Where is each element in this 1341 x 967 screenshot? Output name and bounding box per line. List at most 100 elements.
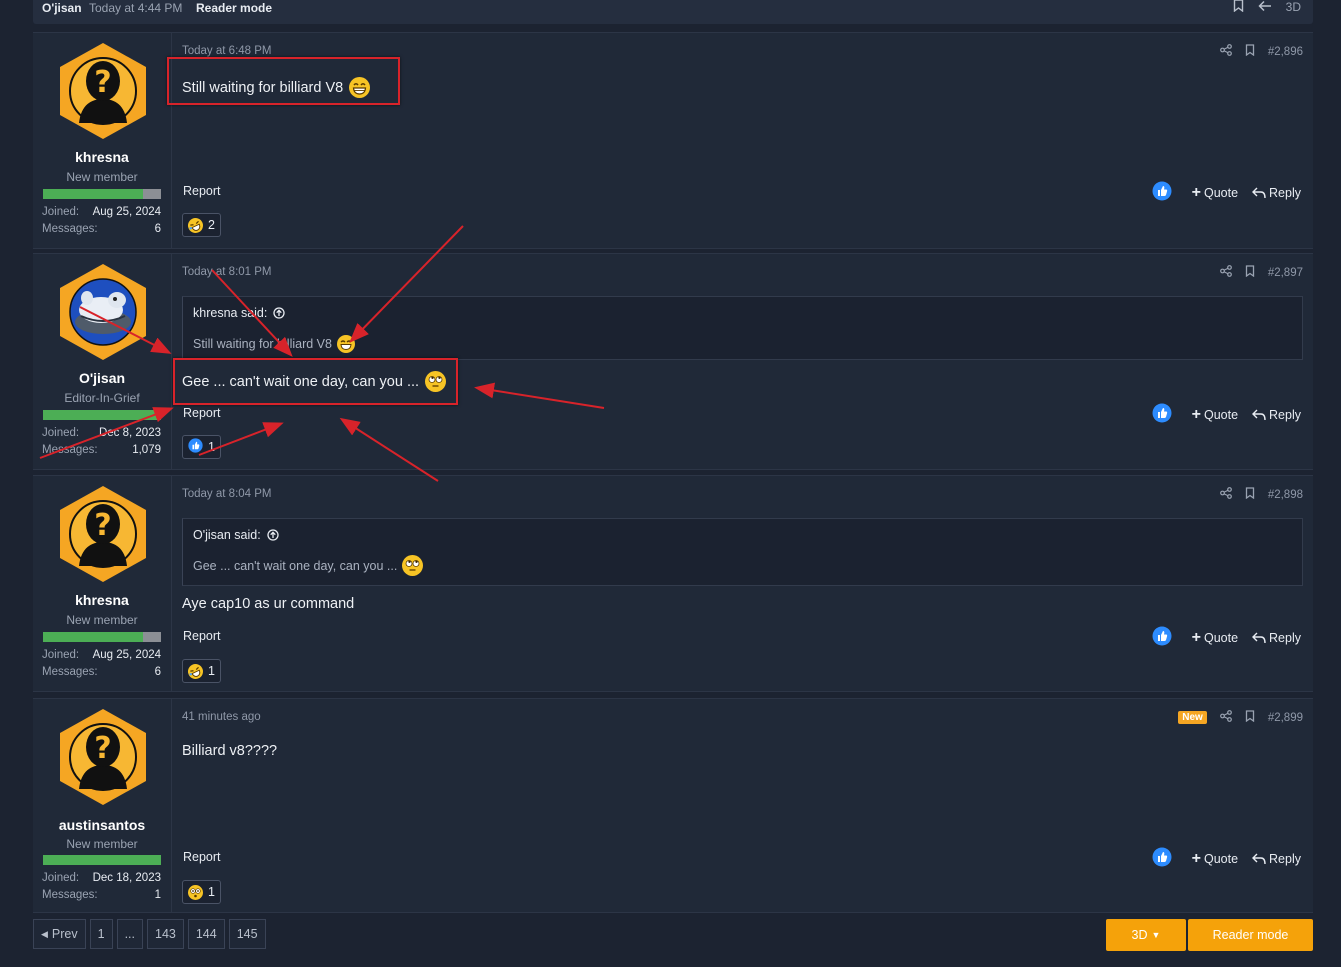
like-button[interactable]	[1152, 626, 1172, 649]
share-icon[interactable]	[1219, 487, 1232, 502]
quote-author[interactable]: khresna said:	[193, 306, 286, 320]
svg-text:?: ?	[94, 731, 111, 766]
post-number[interactable]: #2,898	[1268, 489, 1303, 501]
username[interactable]: khresna	[33, 149, 171, 165]
quote-button[interactable]: + Quote	[1192, 850, 1238, 868]
3d-dropdown-button[interactable]: 3D ▼	[1106, 919, 1186, 951]
reply-button[interactable]: Reply	[1252, 186, 1301, 200]
avatar[interactable]: ?	[57, 707, 149, 807]
quote-text: Still waiting for billiard V8	[193, 335, 355, 353]
post-time[interactable]: Today at 6:48 PM	[182, 45, 272, 57]
page-1[interactable]: 1	[89, 919, 113, 949]
bookmark-icon[interactable]	[1245, 710, 1255, 725]
post-time[interactable]: 41 minutes ago	[182, 711, 261, 723]
share-icon[interactable]	[1219, 44, 1232, 59]
post-number[interactable]: #2,897	[1268, 267, 1303, 279]
reaction-summary[interactable]: 1	[182, 659, 221, 683]
caret-down-icon: ▼	[1151, 930, 1161, 940]
post-time[interactable]: Today at 8:01 PM	[182, 266, 272, 278]
username[interactable]: austinsantos	[33, 817, 171, 833]
topbar-3d[interactable]: 3D	[1286, 0, 1301, 14]
user-progress-bar	[43, 855, 161, 865]
reaction-summary[interactable]: 2	[182, 213, 221, 237]
report-link[interactable]: Report	[183, 184, 221, 198]
username[interactable]: khresna	[33, 592, 171, 608]
share-icon[interactable]	[1219, 265, 1232, 280]
arrow-up-circle-icon	[267, 529, 279, 541]
like-button[interactable]	[1152, 181, 1172, 204]
reaction-summary[interactable]: 1	[182, 880, 221, 904]
quote-block: O'jisan said: Gee ... can't wait one day…	[182, 518, 1303, 586]
joined-row: Joined: Dec 8, 2023	[42, 427, 161, 439]
svg-text:?: ?	[94, 65, 111, 100]
post-tools: #2,898	[1219, 487, 1303, 502]
user-panel: O'jisan Editor-In-Grief Joined: Dec 8, 20…	[33, 254, 172, 469]
post-number[interactable]: #2,899	[1268, 712, 1303, 724]
svg-text:?: ?	[94, 508, 111, 543]
username[interactable]: O'jisan	[33, 370, 171, 386]
eye-roll-emoji	[402, 555, 424, 576]
user-panel: ? khresna New member Joined: Aug 25, 2024…	[33, 476, 172, 691]
post-actions: + Quote Reply	[1152, 181, 1301, 204]
like-button[interactable]	[1152, 847, 1172, 870]
post-actions: + Quote Reply	[1152, 626, 1301, 649]
bookmark-icon[interactable]	[1245, 44, 1255, 59]
highlight-box	[167, 57, 400, 105]
user-panel: ? austinsantos New member Joined: Dec 18,…	[33, 699, 172, 912]
quote-text: Gee ... can't wait one day, can you ...	[193, 555, 424, 576]
post-actions: + Quote Reply	[1152, 847, 1301, 870]
grin-emoji	[336, 335, 355, 353]
page-144[interactable]: 144	[187, 919, 225, 949]
reaction-count: 1	[208, 885, 215, 899]
topbar-user[interactable]: O'jisan	[42, 1, 82, 15]
bookmark-icon[interactable]	[1245, 265, 1255, 280]
topbar-reader-mode[interactable]: Reader mode	[196, 1, 272, 15]
quote-author[interactable]: O'jisan said:	[193, 528, 279, 542]
messages-row: Messages: 1	[42, 889, 161, 901]
avatar[interactable]: ?	[57, 484, 149, 584]
post-body: Aye cap10 as ur command	[182, 596, 355, 612]
like-icon	[188, 438, 203, 456]
rofl-emoji	[185, 661, 206, 681]
prev-page-button[interactable]: ◀ Prev	[33, 919, 86, 949]
post-time[interactable]: Today at 8:04 PM	[182, 488, 272, 500]
report-link[interactable]: Report	[183, 629, 221, 643]
reader-mode-button[interactable]: Reader mode	[1188, 919, 1313, 951]
report-link[interactable]: Report	[183, 850, 221, 864]
quote-button[interactable]: + Quote	[1192, 406, 1238, 424]
page-145[interactable]: 145	[228, 919, 266, 949]
bookmark-icon[interactable]	[1233, 0, 1244, 15]
user-title: New member	[66, 837, 138, 851]
joined-date: Dec 18, 2023	[92, 872, 161, 884]
joined-row: Joined: Aug 25, 2024	[42, 206, 161, 218]
reply-button[interactable]: Reply	[1252, 631, 1301, 645]
messages-row: Messages: 6	[42, 666, 161, 678]
joined-row: Joined: Dec 18, 2023	[42, 872, 161, 884]
report-link[interactable]: Report	[183, 406, 221, 420]
post-tools: New #2,899	[1178, 710, 1303, 725]
reply-button[interactable]: Reply	[1252, 852, 1301, 866]
reaction-count: 1	[208, 440, 215, 454]
messages-count: 6	[154, 223, 161, 235]
like-button[interactable]	[1152, 403, 1172, 426]
topbar-time: Today at 4:44 PM	[89, 1, 183, 15]
bookmark-icon[interactable]	[1245, 487, 1255, 502]
messages-row: Messages: 1,079	[42, 444, 161, 456]
joined-date: Aug 25, 2024	[92, 206, 161, 218]
reaction-summary[interactable]: 1	[182, 435, 221, 459]
reaction-count: 1	[208, 664, 215, 678]
avatar[interactable]	[57, 262, 149, 362]
quote-button[interactable]: + Quote	[1192, 629, 1238, 647]
highlight-box	[173, 358, 458, 405]
page-ellipsis[interactable]: ...	[116, 919, 143, 949]
reply-button[interactable]: Reply	[1252, 408, 1301, 422]
quote-button[interactable]: + Quote	[1192, 184, 1238, 202]
post-tools: #2,896	[1219, 44, 1303, 59]
share-icon[interactable]	[1219, 710, 1232, 725]
avatar[interactable]: ?	[57, 41, 149, 141]
post-number[interactable]: #2,896	[1268, 46, 1303, 58]
user-progress-bar	[43, 410, 161, 420]
page-143[interactable]: 143	[147, 919, 184, 949]
back-arrow-icon[interactable]	[1258, 0, 1272, 15]
user-title: Editor-In-Grief	[64, 391, 140, 405]
